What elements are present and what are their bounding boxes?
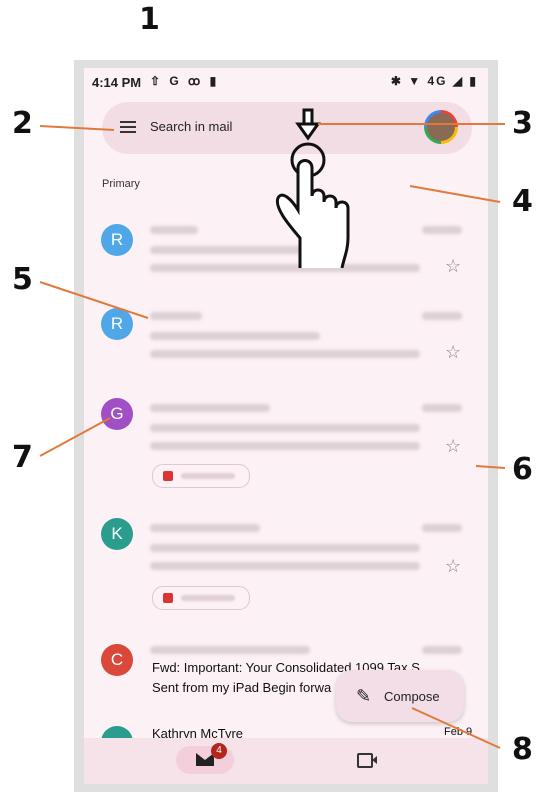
callout-4: 4 — [512, 184, 533, 219]
callout-7: 7 — [12, 440, 33, 475]
callout-6: 6 — [512, 452, 533, 487]
callout-1: 1 — [139, 2, 160, 37]
callout-3: 3 — [512, 106, 533, 141]
callout-lines — [39, 123, 506, 749]
callout-8: 8 — [512, 732, 533, 767]
callout-5: 5 — [12, 262, 33, 297]
callout-2: 2 — [12, 106, 33, 141]
